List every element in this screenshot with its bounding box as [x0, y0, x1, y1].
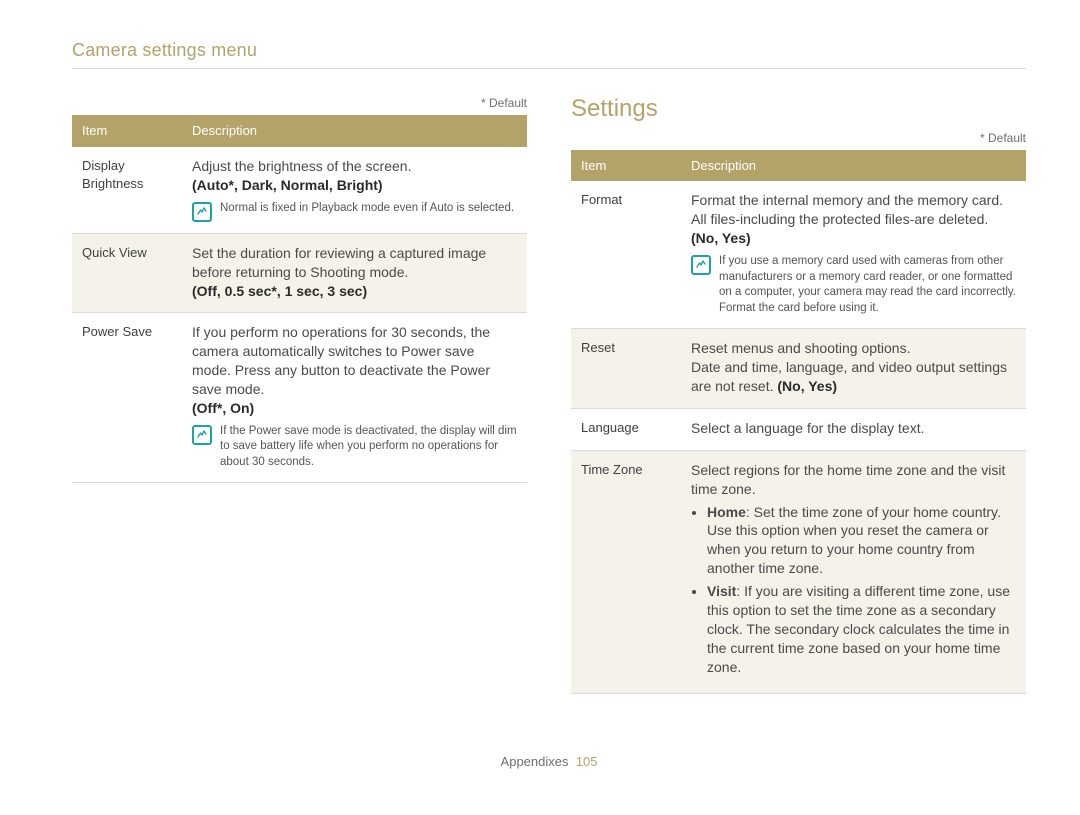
note-icon — [691, 255, 711, 275]
col-header-description: Description — [681, 150, 1026, 182]
col-header-item: Item — [571, 150, 681, 182]
row-item: Power Save — [72, 313, 182, 483]
row-desc-text: Select regions for the home time zone an… — [691, 462, 1005, 497]
col-header-description: Description — [182, 115, 527, 147]
table-row: Format Format the internal memory and th… — [571, 181, 1026, 328]
row-options: (Auto*, Dark, Normal, Bright) — [192, 177, 383, 193]
note-icon — [192, 425, 212, 445]
default-note-left: * Default — [72, 95, 527, 111]
row-bullets: Home: Set the time zone of your home cou… — [691, 503, 1016, 677]
list-item: Visit: If you are visiting a different t… — [707, 582, 1016, 676]
table-row: Quick View Set the duration for reviewin… — [72, 233, 527, 313]
left-column: * Default Item Description Display Brigh… — [72, 93, 527, 693]
settings-table-left: Item Description Display Brightness Adju… — [72, 115, 527, 483]
bullet-lead: Visit — [707, 583, 736, 599]
section-title: Settings — [571, 93, 1026, 125]
row-note-text: Normal is fixed in Playback mode even if… — [220, 201, 517, 221]
row-options-inline: (No, Yes) — [777, 378, 837, 394]
row-description: Reset menus and shooting options. Date a… — [681, 329, 1026, 409]
col-header-item: Item — [72, 115, 182, 147]
row-note: If the Power save mode is deactivated, t… — [192, 424, 517, 471]
bullet-lead: Home — [707, 504, 746, 520]
row-description: Select a language for the display text. — [681, 408, 1026, 450]
breadcrumb: Camera settings menu — [72, 38, 1026, 69]
row-item: Quick View — [72, 233, 182, 313]
row-description: Select regions for the home time zone an… — [681, 450, 1026, 693]
table-row: Reset Reset menus and shooting options. … — [571, 329, 1026, 409]
row-note-text: If you use a memory card used with camer… — [719, 254, 1016, 316]
row-item: Display Brightness — [72, 147, 182, 233]
row-note-text: If the Power save mode is deactivated, t… — [220, 424, 517, 471]
columns: * Default Item Description Display Brigh… — [72, 93, 1026, 693]
row-desc-text: Set the duration for reviewing a capture… — [192, 245, 486, 280]
table-row: Power Save If you perform no operations … — [72, 313, 527, 483]
default-note-right: * Default — [571, 130, 1026, 146]
page-content: Camera settings menu * Default Item Desc… — [72, 38, 1026, 779]
table-row: Display Brightness Adjust the brightness… — [72, 147, 527, 233]
settings-table-right: Item Description Format Format the inter… — [571, 150, 1026, 694]
row-desc-text: Adjust the brightness of the screen. — [192, 158, 411, 174]
row-item: Time Zone — [571, 450, 681, 693]
note-icon — [192, 202, 212, 222]
table-row: Language Select a language for the displ… — [571, 408, 1026, 450]
row-item: Reset — [571, 329, 681, 409]
list-item: Home: Set the time zone of your home cou… — [707, 503, 1016, 579]
row-desc-text: If you perform no operations for 30 seco… — [192, 324, 490, 397]
page-footer: Appendixes 105 — [72, 753, 1026, 771]
row-note: If you use a memory card used with camer… — [691, 254, 1016, 316]
row-description: Format the internal memory and the memor… — [681, 181, 1026, 328]
row-options: (Off, 0.5 sec*, 1 sec, 3 sec) — [192, 283, 367, 299]
row-item: Format — [571, 181, 681, 328]
row-description: Set the duration for reviewing a capture… — [182, 233, 527, 313]
row-note: Normal is fixed in Playback mode even if… — [192, 201, 517, 221]
table-row: Time Zone Select regions for the home ti… — [571, 450, 1026, 693]
bullet-text: : If you are visiting a different time z… — [707, 583, 1010, 675]
row-options: (Off*, On) — [192, 400, 254, 416]
page-number: 105 — [576, 754, 598, 769]
bullet-text: : Set the time zone of your home country… — [707, 504, 1001, 577]
row-description: If you perform no operations for 30 seco… — [182, 313, 527, 483]
row-desc-text: Reset menus and shooting options. Date a… — [691, 340, 1007, 394]
row-description: Adjust the brightness of the screen. (Au… — [182, 147, 527, 233]
row-options: (No, Yes) — [691, 230, 751, 246]
right-column: Settings * Default Item Description Form… — [571, 93, 1026, 693]
row-desc-text: Format the internal memory and the memor… — [691, 192, 1003, 227]
row-desc-text: Select a language for the display text. — [691, 420, 924, 436]
row-item: Language — [571, 408, 681, 450]
footer-label: Appendixes — [501, 754, 569, 769]
